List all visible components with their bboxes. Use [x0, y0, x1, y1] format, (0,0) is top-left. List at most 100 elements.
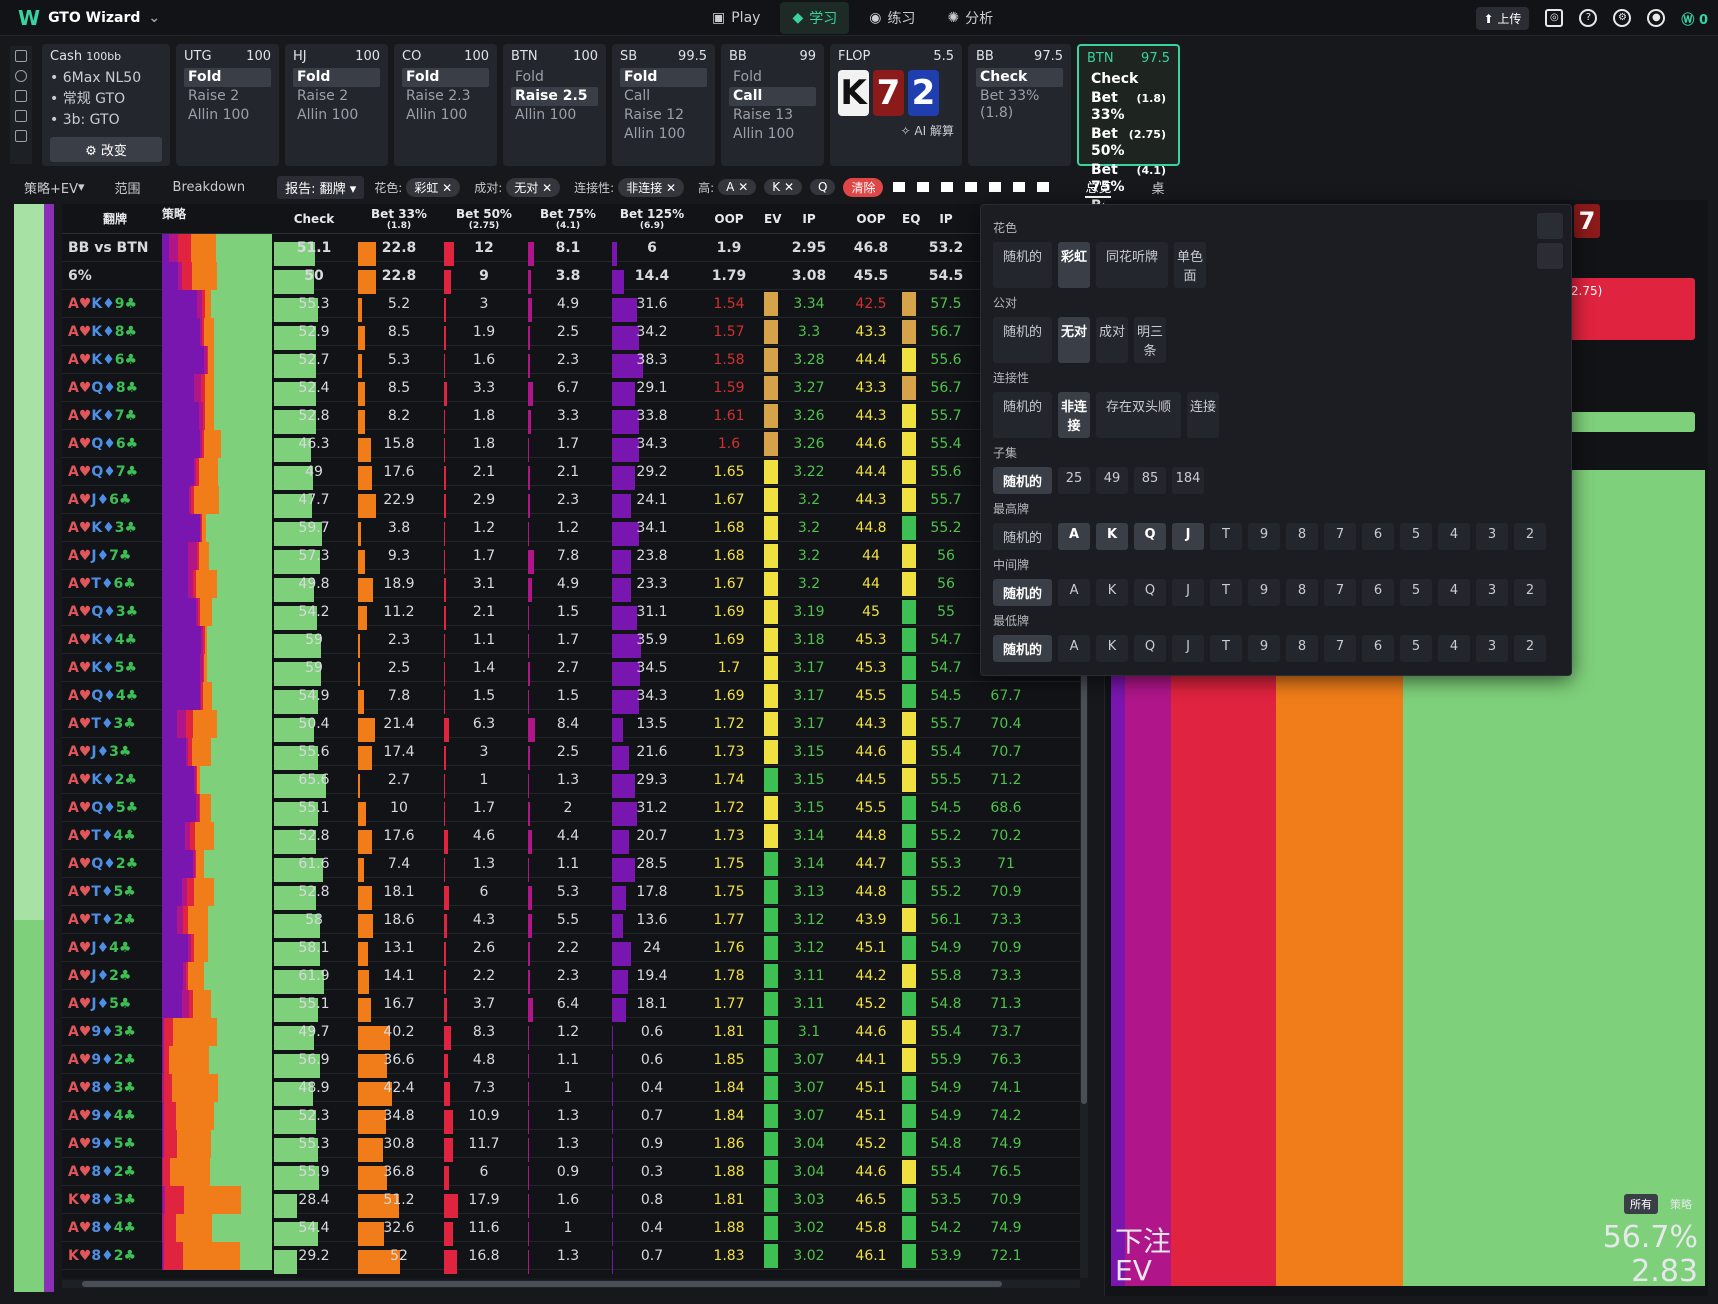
filter-option[interactable]: K	[1096, 579, 1129, 606]
action-option[interactable]: Raise 2	[293, 87, 380, 106]
action-option[interactable]: Raise 13	[729, 106, 816, 125]
nav-item-3[interactable]: ✺ 分析	[935, 2, 1005, 34]
table-row[interactable]: A♥Q♦5♣ 55.1 10 1.7 2 31.2 1.72 3.15 45.5 54.5 68.6	[62, 793, 1080, 826]
screenshot-icon[interactable]: ◎	[1545, 9, 1564, 27]
filter-option[interactable]: 随机的	[993, 635, 1053, 662]
filter-option[interactable]: 8	[1286, 523, 1319, 550]
filter-option[interactable]: 随机的	[993, 242, 1053, 288]
table-row[interactable]: A♥K♦5♣ 59 2.5 1.4 2.7 34.5 1.7 3.17 45.3 54.7	[62, 653, 1080, 686]
col-header[interactable]: EV	[764, 212, 781, 226]
ai-solve-button[interactable]: ✧ AI 解算	[838, 122, 954, 139]
filter-option[interactable]: 6	[1362, 635, 1395, 662]
filter-option[interactable]: 明三条	[1134, 317, 1167, 363]
filter-option[interactable]: T	[1210, 523, 1243, 550]
table-row[interactable]: A♥K♦2♣ 65.6 2.7 1 1.3 29.3 1.74 3.15 44.5 55.5 71.…	[62, 765, 1080, 798]
table-row[interactable]: A♥Q♦6♣ 46.3 15.8 1.8 1.7 34.3 1.6 3.26 44.6 55.4	[62, 429, 1080, 462]
filter-option[interactable]: T	[1210, 635, 1243, 662]
filter-option[interactable]: Q	[1134, 523, 1167, 550]
table-row[interactable]: A♥8♦3♣ 48.9 42.4 7.3 1 0.4 1.84 3.07 45.1 54.9 74.…	[62, 1073, 1080, 1106]
strategy-ev-tab[interactable]: 策略+EV	[24, 178, 78, 197]
table-row[interactable]: A♥Q♦7♣ 49 17.6 2.1 2.1 29.2 1.65 3.22 44.4 55.6	[62, 457, 1080, 490]
filter-option[interactable]: A	[1058, 579, 1091, 606]
filter-option[interactable]: 184	[1172, 467, 1205, 494]
table-row[interactable]: A♥T♦3♣ 50.4 21.4 6.3 8.4 13.5 1.72 3.17 44.3 55.7…	[62, 709, 1080, 742]
position-card-bb-flop[interactable]: BB 97.5 Check Bet 33% (1.8)	[968, 44, 1071, 166]
nav-item-2[interactable]: ◉ 练习	[857, 2, 927, 34]
filter-option[interactable]: 25	[1058, 467, 1091, 494]
folder-icon[interactable]	[965, 182, 978, 192]
conn-filter-chip[interactable]: 非连接 ✕	[618, 177, 685, 197]
action-option[interactable]: Allin 100	[729, 125, 816, 144]
app-logo[interactable]: W GTO Wizard ⌄	[18, 6, 160, 30]
action-option[interactable]: Fold	[511, 68, 598, 87]
filter-option[interactable]: 随机的	[993, 317, 1053, 363]
history-icon[interactable]	[15, 70, 27, 82]
table-tab[interactable]: 桌	[1151, 178, 1164, 197]
position-card-utg[interactable]: UTG 100 Fold Raise 2 Allin 100	[176, 44, 279, 166]
action-option[interactable]: Bet 33% (1.8)	[1087, 89, 1170, 125]
filter-option[interactable]: T	[1210, 579, 1243, 606]
table-row[interactable]: A♥9♦3♣ 49.7 40.2 8.3 1.2 0.6 1.81 3.1 44.6 55.4 73…	[62, 1017, 1080, 1050]
filter-option[interactable]: 8	[1286, 635, 1319, 662]
filter-option[interactable]: 随机的	[993, 467, 1053, 494]
filter-option[interactable]: 6	[1362, 579, 1395, 606]
high-q-chip[interactable]: Q	[810, 179, 836, 195]
filter-option[interactable]: 2	[1514, 523, 1547, 550]
table-row[interactable]: A♥J♦6♣ 47.7 22.9 2.9 2.3 24.1 1.67 3.2 44.3 55.7	[62, 485, 1080, 518]
col-header[interactable]: Bet 75% (4.1)	[526, 207, 610, 231]
action-option[interactable]: Allin 100	[511, 106, 598, 125]
table-row[interactable]: K♥8♦3♣ 28.4 51.2 17.9 1.6 0.8 1.81 3.03 46.5 53.5…	[62, 1185, 1080, 1218]
position-card-btn[interactable]: BTN 100 Fold Raise 2.5 Allin 100	[503, 44, 606, 166]
range-tab[interactable]: 范围	[115, 178, 141, 197]
filter-option[interactable]: 9	[1248, 579, 1281, 606]
action-option[interactable]: Allin 100	[620, 125, 707, 144]
help-icon[interactable]: ?	[1579, 9, 1598, 27]
position-card-hj[interactable]: HJ 100 Fold Raise 2 Allin 100	[285, 44, 388, 166]
card-icon[interactable]	[917, 182, 930, 192]
filter-option[interactable]: 2	[1514, 635, 1547, 662]
filter-option[interactable]: 无对	[1058, 317, 1091, 363]
high-a-chip[interactable]: A ✕	[718, 179, 757, 195]
filter-option[interactable]: 2	[1514, 579, 1547, 606]
col-header[interactable]: 翻牌	[62, 210, 162, 227]
col-header[interactable]: Check	[272, 212, 356, 226]
action-option[interactable]: Bet 50% (2.75)	[1087, 125, 1170, 161]
filter-option[interactable]: 3	[1476, 635, 1509, 662]
filter-option[interactable]: 8	[1286, 579, 1319, 606]
upload-button[interactable]: ⬆ 上传	[1475, 6, 1530, 30]
filter-option[interactable]: Q	[1134, 579, 1167, 606]
high-k-chip[interactable]: K ✕	[764, 179, 802, 195]
action-option[interactable]: Fold	[184, 68, 271, 87]
table-row[interactable]: A♥8♦2♣ 55.9 36.8 6 0.9 0.3 1.88 3.04 44.6 55.4 76.…	[62, 1157, 1080, 1190]
position-card-bb[interactable]: BB 99 Fold Call Raise 13 Allin 100	[721, 44, 824, 166]
filter-option[interactable]: 6	[1362, 523, 1395, 550]
clear-filters-button[interactable]: 清除	[843, 177, 884, 197]
summary-row[interactable]: BB vs BTN 51.1 22.8 12 8.1 6 1.9 2.95 46.8 53.2	[62, 233, 1080, 266]
action-option[interactable]: Raise 2.3	[402, 87, 489, 106]
action-option[interactable]: Raise 2.5	[511, 87, 598, 106]
action-option[interactable]: Allin 100	[293, 106, 380, 125]
filter-option[interactable]: 9	[1248, 523, 1281, 550]
report-tab[interactable]: 报告: 翻牌 ▾	[277, 175, 365, 199]
action-option[interactable]: Check	[976, 68, 1063, 87]
filter-option[interactable]: 7	[1324, 523, 1357, 550]
filter-option[interactable]: 7	[1324, 579, 1357, 606]
filter-option[interactable]: 彩虹	[1058, 242, 1091, 288]
filter-option[interactable]: 4	[1438, 523, 1471, 550]
all-pill[interactable]: 所有	[1624, 1194, 1658, 1214]
col-header[interactable]: IP	[778, 212, 840, 226]
action-option[interactable]: Fold	[729, 68, 816, 87]
action-option[interactable]: Raise 2	[184, 87, 271, 106]
suit-filter-chip[interactable]: 彩虹 ✕	[406, 177, 461, 197]
summary-row[interactable]: 6% 50 22.8 9 3.8 14.4 1.79 3.08 45.5 54.5	[62, 261, 1080, 294]
position-card-co[interactable]: CO 100 Fold Raise 2.3 Allin 100	[394, 44, 497, 166]
change-settings-button[interactable]: ⚙ 改变	[50, 137, 162, 162]
table-row[interactable]: K♥8♦2♣ 29.2 52 16.8 1.3 0.7 1.83 3.02 46.1 53.9 72…	[62, 1241, 1080, 1274]
filter-option[interactable]: 随机的	[993, 392, 1053, 438]
table-row[interactable]: A♥J♦7♣ 57.3 9.3 1.7 7.8 23.8 1.68 3.2 44 56	[62, 541, 1080, 574]
save-icon[interactable]	[1537, 213, 1563, 239]
align-icon[interactable]	[15, 130, 27, 142]
table-row[interactable]: A♥Q♦4♣ 54.9 7.8 1.5 1.5 34.3 1.69 3.17 45.5 54.5 6…	[62, 681, 1080, 714]
col-header[interactable]: OOP	[840, 212, 902, 226]
filter-option[interactable]: 85	[1134, 467, 1167, 494]
